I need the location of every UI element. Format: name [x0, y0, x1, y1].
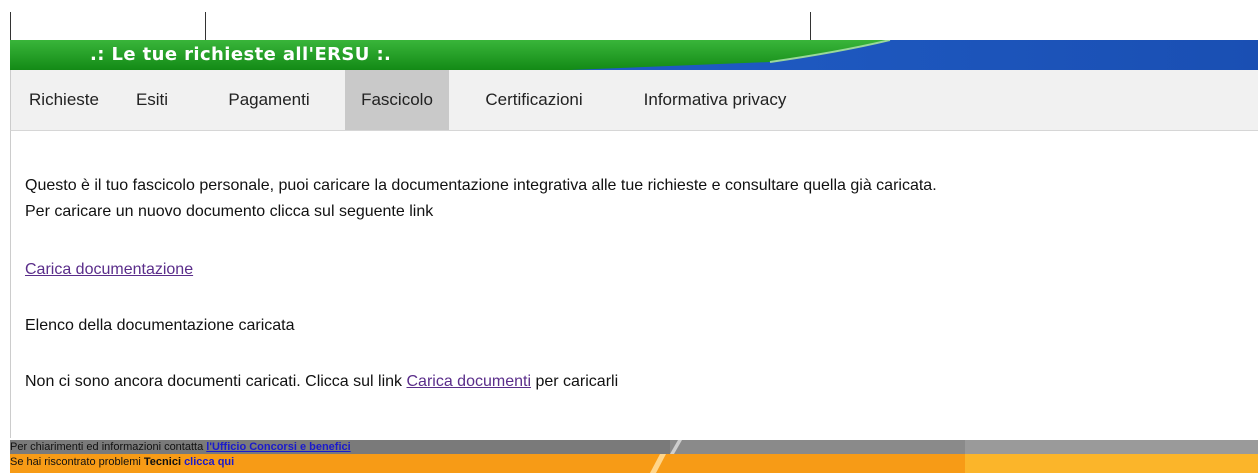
- upload-documentation-link[interactable]: Carica documentazione: [25, 261, 193, 279]
- frame-divider: [810, 12, 811, 40]
- empty-message-text: Non ci sono ancora documenti caricati. C…: [25, 373, 407, 390]
- upload-documents-link[interactable]: Carica documenti: [407, 373, 532, 390]
- tab-certificazioni[interactable]: Certificazioni: [451, 70, 617, 130]
- footer-contact-line: Per chiarimenti ed informazioni contatta…: [10, 441, 351, 453]
- tab-fascicolo[interactable]: Fascicolo: [345, 70, 449, 130]
- tab-informativa-privacy[interactable]: Informativa privacy: [617, 70, 813, 130]
- main-content: Questo è il tuo fascicolo personale, puo…: [10, 131, 1258, 438]
- intro-text-line2: Per caricare un nuovo documento clicca s…: [25, 203, 434, 220]
- footer-support-line: Se hai riscontrato problemi Tecnici clic…: [10, 456, 234, 468]
- tab-pagamenti[interactable]: Pagamenti: [195, 70, 343, 130]
- tab-richieste[interactable]: Richieste: [17, 70, 111, 130]
- technical-support-link[interactable]: clicca qui: [184, 456, 234, 468]
- footer-support-text: Se hai riscontrato problemi: [10, 456, 144, 468]
- page-footer: Per chiarimenti ed informazioni contatta…: [10, 440, 1258, 473]
- frame-divider: [10, 12, 11, 40]
- tab-esiti[interactable]: Esiti: [111, 70, 193, 130]
- intro-text-line1: Questo è il tuo fascicolo personale, puo…: [25, 177, 937, 194]
- top-strip: [0, 0, 1258, 40]
- empty-message-suffix: per caricarli: [531, 373, 619, 390]
- banner-title: .: Le tue richieste all'ERSU :.: [90, 44, 392, 65]
- documents-list-heading: Elenco della documentazione caricata: [25, 317, 295, 334]
- footer-support-bold: Tecnici: [143, 456, 181, 468]
- main-tabs: Richieste Esiti Pagamenti Fascicolo Cert…: [10, 70, 1258, 131]
- empty-documents-message: Non ci sono ancora documenti caricati. C…: [25, 373, 618, 391]
- page-banner: .: Le tue richieste all'ERSU :.: [10, 40, 1258, 70]
- frame-divider: [205, 12, 206, 40]
- footer-contact-text: Per chiarimenti ed informazioni contatta: [10, 441, 207, 453]
- ufficio-concorsi-link[interactable]: l'Ufficio Concorsi e benefici: [206, 441, 350, 453]
